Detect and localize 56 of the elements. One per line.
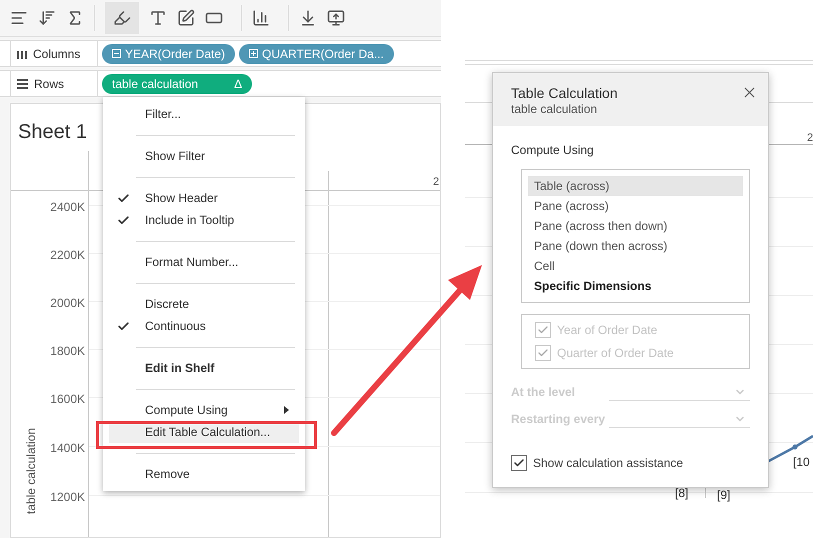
shelf-label: Rows — [34, 76, 64, 92]
sort-descending-icon[interactable] — [38, 9, 56, 27]
dialog-subtitle: table calculation — [511, 102, 598, 116]
rows-icon — [17, 78, 28, 88]
menu-item[interactable]: Include in Tooltip — [109, 209, 299, 231]
list-option[interactable]: Pane (down then across) — [528, 236, 743, 256]
axis-tick-label: 2000K — [49, 295, 85, 312]
list-option[interactable]: Cell — [528, 256, 743, 276]
list-option[interactable]: Specific Dimensions — [528, 276, 743, 296]
section-label: Compute Using — [511, 142, 595, 159]
checkbox-label: Quarter of Order Date — [557, 345, 674, 362]
axis-title: table calculation — [23, 428, 39, 516]
edit-icon[interactable] — [177, 9, 195, 27]
menu-item[interactable]: Show Header — [109, 187, 299, 209]
check-icon — [537, 324, 549, 336]
text-box-icon[interactable] — [149, 9, 167, 27]
chart-icon[interactable] — [252, 9, 270, 27]
axis-tick-label: 1200K — [49, 489, 85, 506]
checkbox[interactable] — [511, 455, 527, 471]
sheet-title: Sheet 1 — [18, 120, 87, 145]
expand-icon[interactable] — [249, 49, 258, 58]
axis-tick-label: 2200K — [49, 247, 85, 264]
menu-item[interactable]: Discrete — [109, 293, 299, 315]
list-option[interactable]: Pane (across) — [528, 196, 743, 216]
check-icon — [537, 347, 549, 359]
menu-item[interactable]: Continuous — [109, 315, 299, 337]
dialog-title: Table Calculation — [511, 84, 618, 102]
sort-icon[interactable] — [10, 9, 28, 27]
column-header: 2 — [433, 175, 440, 190]
point-label: [8] — [675, 485, 688, 502]
shelf-label: Columns — [33, 46, 80, 62]
checkbox-label: Year of Order Date — [557, 322, 658, 339]
axis-tick-label: 1600K — [49, 391, 85, 408]
column-header: 2 — [807, 131, 813, 146]
axis-tick-label: 1400K — [49, 440, 85, 457]
axis-tick-label: 1800K — [49, 343, 85, 360]
menu-item[interactable]: Format Number... — [109, 251, 299, 273]
point-label: [9] — [717, 487, 730, 504]
check-icon — [513, 457, 525, 469]
menu-item[interactable]: Show Filter — [109, 145, 299, 167]
list-option[interactable]: Table (across) — [528, 176, 743, 196]
point-label: [10 — [793, 454, 810, 471]
menu-item[interactable]: Remove — [109, 463, 299, 485]
highlighter-icon — [113, 9, 131, 27]
menu-item[interactable]: Filter... — [109, 103, 299, 125]
download-icon[interactable] — [299, 9, 317, 27]
collapse-icon[interactable] — [112, 49, 121, 58]
checkbox-label: Show calculation assistance — [533, 455, 684, 472]
menu-item[interactable]: Edit in Shelf — [109, 357, 299, 379]
columns-icon — [17, 48, 27, 58]
menu-item[interactable]: Compute Using — [109, 399, 299, 421]
submenu-arrow-icon — [284, 406, 289, 414]
list-option[interactable]: Pane (across then down) — [528, 216, 743, 236]
highlight-button[interactable] — [105, 2, 139, 34]
axis-tick-label: 2400K — [49, 199, 85, 216]
presentation-icon[interactable] — [327, 9, 345, 27]
